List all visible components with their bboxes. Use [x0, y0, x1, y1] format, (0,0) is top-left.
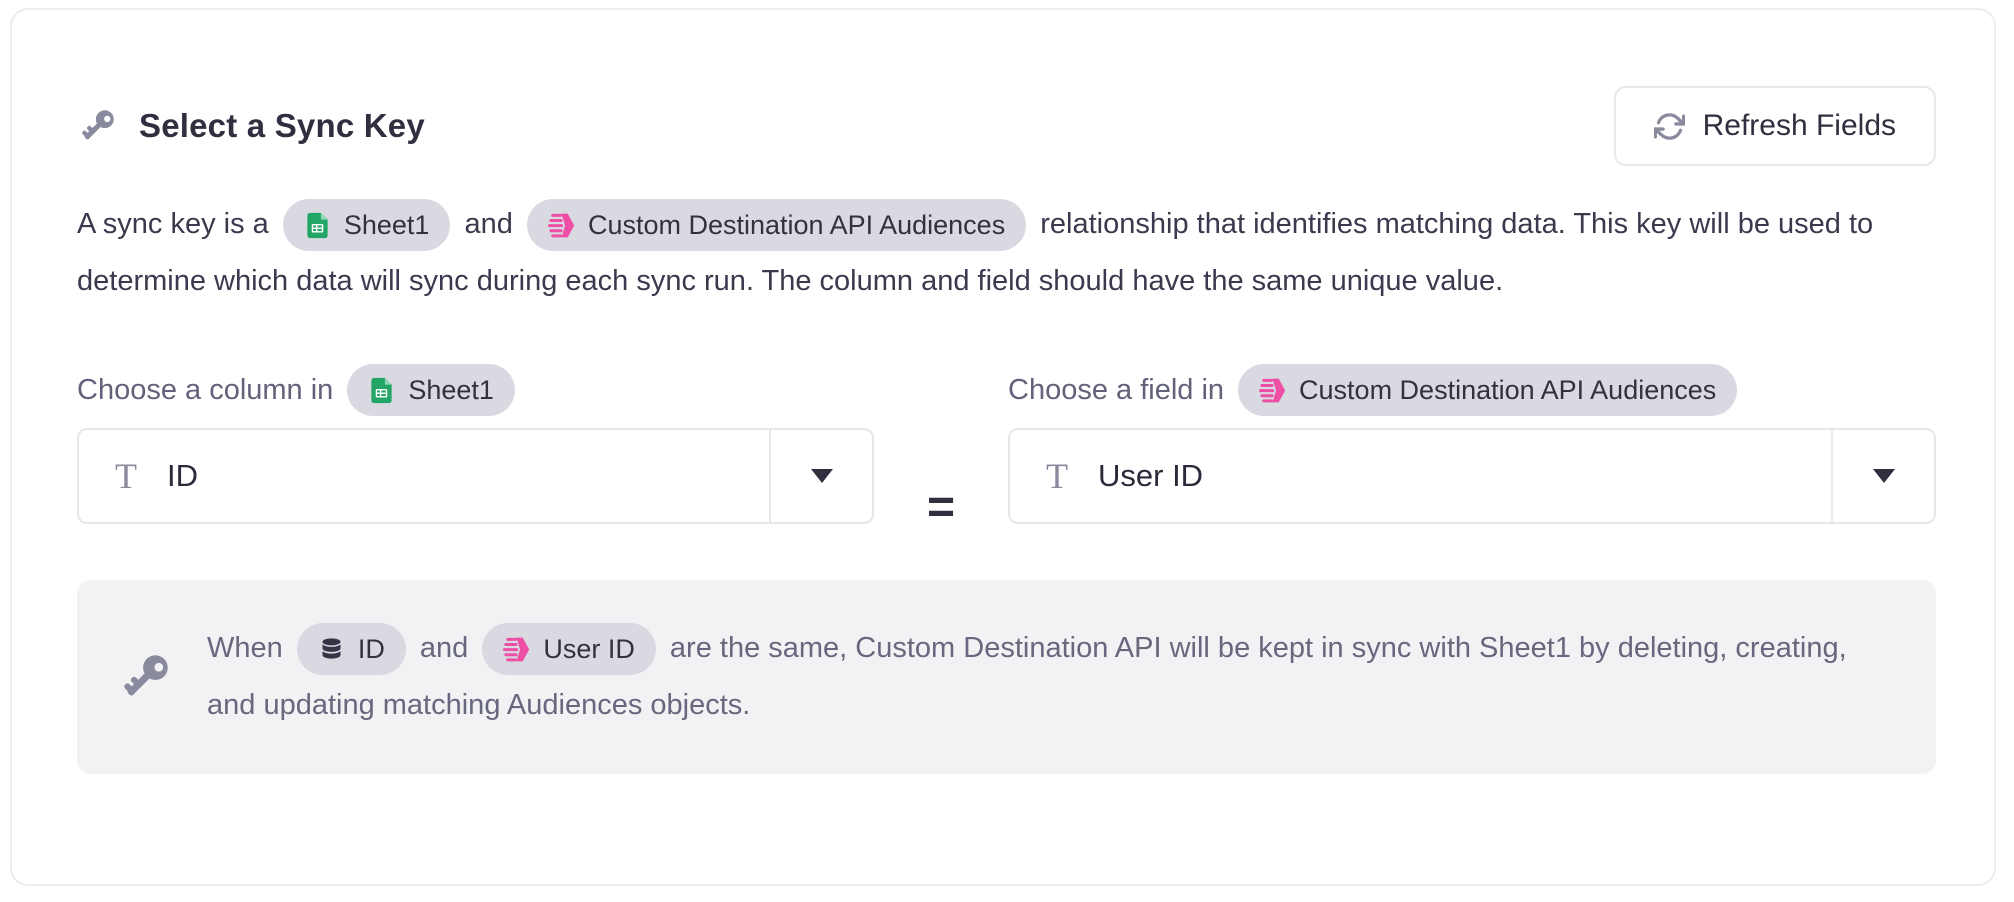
column-picker: Choose a column in Sheet1 T ID	[77, 372, 874, 532]
chevron-down-icon	[1873, 469, 1895, 483]
title-group: Select a Sync Key	[77, 105, 425, 147]
text-type-icon: T	[1046, 458, 1068, 494]
refresh-fields-button[interactable]: Refresh Fields	[1614, 86, 1936, 166]
description-conjunction: and	[465, 208, 513, 240]
info-text-1: When	[207, 632, 283, 664]
sync-key-info-text: When ID and User ID are the same, Custom…	[207, 620, 1892, 734]
source-badge-label: Sheet1	[344, 197, 430, 254]
sync-key-info-box: When ID and User ID are the same, Custom…	[77, 580, 1936, 774]
text-type-icon: T	[115, 458, 137, 494]
sync-key-card: Select a Sync Key Refresh Fields A sync …	[10, 8, 1996, 886]
sheet-icon	[304, 212, 331, 239]
info-field-badge-label: User ID	[543, 621, 635, 678]
custom-destination-icon	[548, 212, 575, 239]
page-title: Select a Sync Key	[139, 107, 425, 145]
description-text-1: A sync key is a	[77, 208, 269, 240]
database-icon	[318, 636, 345, 663]
custom-destination-icon	[503, 636, 530, 663]
info-column-badge: ID	[297, 623, 406, 675]
field-picker-label: Choose a field in Custom Destination API…	[1008, 372, 1936, 408]
info-field-badge: User ID	[482, 623, 656, 675]
column-select-value: ID	[167, 458, 769, 494]
sync-key-description: A sync key is a Sheet1 and Custom Destin…	[77, 196, 1936, 310]
field-select-caret-button[interactable]	[1833, 430, 1934, 522]
destination-badge-label: Custom Destination API Audiences	[588, 197, 1005, 254]
page: Select a Sync Key Refresh Fields A sync …	[0, 0, 2014, 902]
refresh-fields-label: Refresh Fields	[1703, 109, 1896, 143]
column-picker-label-text: Choose a column in	[77, 374, 333, 407]
destination-badge: Custom Destination API Audiences	[527, 199, 1026, 251]
column-select-caret-button[interactable]	[771, 430, 872, 522]
card-header: Select a Sync Key Refresh Fields	[77, 86, 1936, 166]
field-select-value: User ID	[1098, 458, 1831, 494]
refresh-icon	[1654, 111, 1685, 142]
custom-destination-icon	[1259, 377, 1286, 404]
sheet-icon	[368, 377, 395, 404]
key-icon	[77, 105, 119, 147]
source-badge: Sheet1	[283, 199, 451, 251]
column-picker-source-badge: Sheet1	[347, 364, 515, 416]
column-select[interactable]: T ID	[77, 428, 874, 524]
key-icon	[117, 648, 175, 706]
equals-sign: =	[874, 484, 1008, 532]
column-picker-label: Choose a column in Sheet1	[77, 372, 874, 408]
info-conjunction: and	[420, 632, 468, 664]
field-picker: Choose a field in Custom Destination API…	[1008, 372, 1936, 532]
chevron-down-icon	[811, 469, 833, 483]
sync-key-pickers: Choose a column in Sheet1 T ID =	[77, 372, 1936, 532]
field-picker-destination-badge-label: Custom Destination API Audiences	[1299, 375, 1716, 406]
field-select[interactable]: T User ID	[1008, 428, 1936, 524]
field-picker-label-text: Choose a field in	[1008, 374, 1224, 407]
column-picker-source-badge-label: Sheet1	[408, 375, 494, 406]
info-column-badge-label: ID	[358, 621, 385, 678]
field-picker-destination-badge: Custom Destination API Audiences	[1238, 364, 1737, 416]
